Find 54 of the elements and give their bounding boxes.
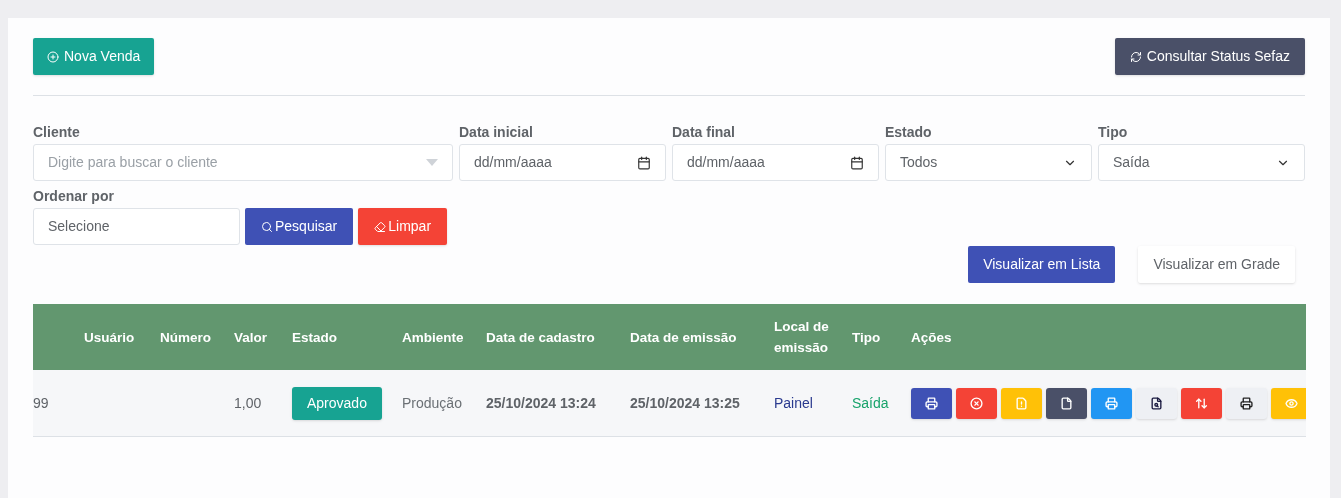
search-button[interactable]: Pesquisar: [245, 208, 354, 245]
column-header: Estado: [292, 328, 338, 347]
clear-button[interactable]: Limpar: [358, 208, 448, 245]
field-label: Estado: [885, 123, 933, 141]
calendar-icon: [637, 155, 651, 170]
calendar-icon: [850, 155, 864, 170]
action-button[interactable]: [911, 387, 952, 419]
field-label: Data inicial: [459, 123, 534, 141]
close-icon: [970, 396, 983, 410]
table-cell: Produção: [402, 394, 462, 411]
printer-icon: [925, 396, 938, 410]
status-badge: Aprovado: [292, 386, 382, 420]
table-cell: 25/10/2024 13:25: [630, 394, 740, 411]
column-header: Data de emissão: [630, 328, 738, 347]
eye-icon: [1285, 396, 1298, 410]
date-field[interactable]: dd/mm/aaaa: [459, 144, 666, 181]
search-icon: [261, 220, 273, 233]
action-button[interactable]: [1046, 387, 1087, 419]
column-header: Ações: [911, 328, 953, 347]
select-field[interactable]: Selecione: [33, 208, 240, 245]
table-cell: 25/10/2024 13:24: [486, 394, 596, 411]
view-toggle-button[interactable]: Visualizar em Lista: [968, 246, 1116, 283]
date-field[interactable]: dd/mm/aaaa: [672, 144, 879, 181]
caret-icon: [426, 159, 438, 166]
field-label: Data final: [672, 123, 736, 141]
action-button[interactable]: [1136, 387, 1177, 419]
arrows-icon: [1195, 396, 1208, 410]
field-label: Tipo: [1098, 123, 1129, 141]
column-header: Número: [160, 328, 212, 347]
field-label: Ordenar por: [33, 187, 115, 205]
view-toggle-button[interactable]: Visualizar em Grade: [1138, 246, 1295, 283]
select-field[interactable]: Saída: [1098, 144, 1305, 181]
document-alert-icon: [1015, 396, 1028, 410]
status-button[interactable]: Consultar Status Sefaz: [1114, 38, 1305, 75]
plus-icon: [47, 50, 59, 63]
printer-icon: [1240, 396, 1253, 410]
column-header: Local de emissão: [774, 318, 830, 357]
printer-icon: [1105, 396, 1118, 410]
table-cell: 99: [33, 394, 49, 411]
column-header: Tipo: [852, 328, 882, 347]
column-header: Data de cadastro: [486, 328, 596, 347]
document-search-icon: [1150, 396, 1163, 410]
table-cell: Saída: [852, 394, 889, 411]
eraser-icon: [374, 220, 387, 233]
document-icon: [1060, 396, 1073, 410]
column-header: Usuário: [84, 328, 136, 347]
select-field[interactable]: Todos: [885, 144, 1092, 181]
field-label: Cliente: [33, 123, 81, 141]
table-cell: 1,00: [234, 394, 262, 411]
column-header: Ambiente: [402, 328, 465, 347]
action-button[interactable]: [1226, 387, 1267, 419]
column-header: Valor: [234, 328, 269, 347]
table-cell: Painel: [774, 394, 813, 411]
refresh-icon: [1129, 50, 1142, 63]
